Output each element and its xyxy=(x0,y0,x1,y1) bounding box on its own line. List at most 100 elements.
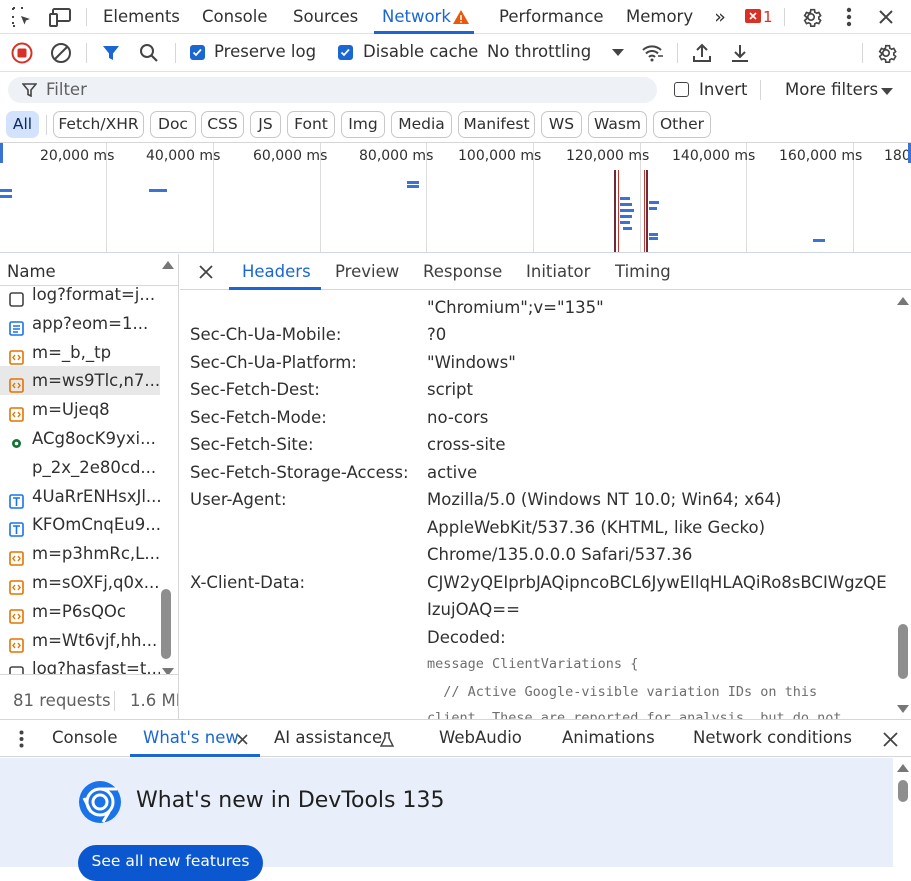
request-row[interactable]: KFOmCnqEu9... xyxy=(0,510,160,539)
close-whats-new-icon[interactable] xyxy=(234,731,250,747)
drawer-tab-webaudio[interactable]: WebAudio xyxy=(439,728,522,747)
header-name: Sec-Fetch-Storage-Access: xyxy=(190,463,409,482)
tab-elements[interactable]: Elements xyxy=(103,0,180,34)
tab-initiator[interactable]: Initiator xyxy=(526,262,590,281)
timeline-tick: 140,000 ms xyxy=(672,148,756,164)
more-filters-button[interactable]: More filters xyxy=(785,80,878,99)
timeline-tick: 80,000 ms xyxy=(359,148,434,164)
preserve-log-checkbox[interactable] xyxy=(190,45,205,60)
type-filter-font[interactable]: Font xyxy=(287,111,335,138)
more-filters-dropdown-icon[interactable] xyxy=(880,86,894,96)
request-row[interactable]: 4UaRrENHsxJl... xyxy=(0,482,160,511)
timeline-tick: 60,000 ms xyxy=(253,148,328,164)
preserve-log-label[interactable]: Preserve log xyxy=(214,42,316,61)
close-devtools-icon[interactable] xyxy=(874,5,898,29)
request-count: 81 requests xyxy=(13,691,111,710)
record-stop-icon[interactable] xyxy=(10,41,34,65)
close-drawer-icon[interactable] xyxy=(880,729,900,749)
filter-funnel-icon[interactable] xyxy=(100,42,122,64)
type-filter-img[interactable]: Img xyxy=(341,111,385,138)
type-filter-fetch-xhr[interactable]: Fetch/XHR xyxy=(53,111,144,138)
header-value: CJW2yQEIprbJAQipncoBCL6JywEIlqHLAQiRo8sB… xyxy=(427,573,887,592)
throttling-dropdown-icon[interactable] xyxy=(611,47,625,57)
import-har-upload-icon[interactable] xyxy=(690,41,714,65)
network-overview-timeline[interactable]: 20,000 ms 40,000 ms 60,000 ms 80,000 ms … xyxy=(0,142,911,253)
invert-checkbox[interactable] xyxy=(674,82,689,97)
tab-network[interactable]: Network xyxy=(382,0,451,34)
drawer-tab-ai-assistance[interactable]: AI assistance xyxy=(274,728,382,747)
header-value: "Windows" xyxy=(427,353,516,372)
name-column-header[interactable]: Name xyxy=(7,262,56,281)
type-filter-wasm[interactable]: Wasm xyxy=(588,111,647,138)
request-row[interactable]: ACg8ocK9yxi... xyxy=(0,424,160,453)
see-all-new-features-button[interactable]: See all new features xyxy=(78,845,263,881)
tab-console[interactable]: Console xyxy=(202,0,268,34)
tab-timing[interactable]: Timing xyxy=(615,262,671,281)
type-filter-media[interactable]: Media xyxy=(391,111,452,138)
overview-handle-left[interactable] xyxy=(0,143,6,163)
type-filter-all[interactable]: All xyxy=(6,111,39,138)
type-filter-css[interactable]: CSS xyxy=(201,111,244,138)
tab-response[interactable]: Response xyxy=(423,262,502,281)
request-row[interactable]: m=sOXFj,q0x... xyxy=(0,568,160,597)
request-row[interactable]: m=Ujeq8 xyxy=(0,395,160,424)
request-row[interactable]: p_2x_2e80cd... xyxy=(0,453,160,482)
invert-label[interactable]: Invert xyxy=(699,80,748,99)
request-row[interactable]: m=_b,_tp xyxy=(0,338,160,367)
drawer-tab-whats-new[interactable]: What's new xyxy=(143,728,239,747)
tab-performance[interactable]: Performance xyxy=(499,0,604,34)
drawer-tab-network-conditions[interactable]: Network conditions xyxy=(693,728,852,747)
request-name: KFOmCnqEu9... xyxy=(32,515,160,535)
type-filter-ws[interactable]: WS xyxy=(541,111,582,138)
inspect-element-icon[interactable] xyxy=(10,6,34,28)
drawer-scroll-up-icon[interactable] xyxy=(896,762,910,774)
type-filter-other[interactable]: Other xyxy=(653,111,711,138)
filter-placeholder[interactable]: Filter xyxy=(46,80,87,99)
script-icon xyxy=(9,373,24,394)
request-list-scrollbar-thumb[interactable] xyxy=(161,589,171,659)
device-toolbar-icon[interactable] xyxy=(49,6,73,28)
type-filter-doc[interactable]: Doc xyxy=(150,111,196,138)
drawer-tab-animations[interactable]: Animations xyxy=(562,728,655,747)
request-row[interactable]: app?eom=1... xyxy=(0,309,160,338)
network-settings-gear-icon[interactable] xyxy=(874,41,898,65)
overview-handle-right[interactable] xyxy=(904,143,911,163)
disable-cache-label[interactable]: Disable cache xyxy=(363,42,478,61)
request-mark xyxy=(623,227,632,230)
request-name: ACg8ocK9yxi... xyxy=(32,429,156,448)
request-row[interactable]: m=P6sQOc xyxy=(0,597,160,626)
detail-scrollbar-thumb[interactable] xyxy=(898,624,908,679)
network-conditions-wifi-icon[interactable] xyxy=(640,42,664,64)
detail-scroll-down-icon[interactable] xyxy=(896,703,910,715)
drawer-menu-kebab-icon[interactable] xyxy=(14,729,28,749)
filter-input-box[interactable] xyxy=(8,77,657,103)
export-har-download-icon[interactable] xyxy=(728,41,752,65)
transfer-size: 1.6 MB xyxy=(130,691,178,710)
request-row[interactable]: m=Wt6vjf,hh... xyxy=(0,626,160,655)
tab-memory[interactable]: Memory xyxy=(626,0,693,34)
tab-preview[interactable]: Preview xyxy=(335,262,399,281)
kebab-menu-icon[interactable] xyxy=(837,5,861,29)
header-value: no-cors xyxy=(427,408,489,427)
header-value: Chrome/135.0.0.0 Safari/537.36 xyxy=(427,545,693,564)
tab-headers[interactable]: Headers xyxy=(242,262,311,281)
request-row[interactable]: m=p3hmRc,L... xyxy=(0,539,160,568)
detail-scroll-up-icon[interactable] xyxy=(896,295,910,307)
close-detail-icon[interactable] xyxy=(196,262,216,282)
clear-icon[interactable] xyxy=(49,41,73,65)
tab-sources[interactable]: Sources xyxy=(293,0,358,34)
drawer-tab-console[interactable]: Console xyxy=(52,728,118,747)
type-filter-js[interactable]: JS xyxy=(250,111,281,138)
error-count[interactable]: 1 xyxy=(763,0,773,34)
type-filter-manifest[interactable]: Manifest xyxy=(458,111,535,138)
search-icon[interactable] xyxy=(138,42,160,64)
whats-new-title: What's new in DevTools 135 xyxy=(136,788,445,813)
drawer-scrollbar-thumb[interactable] xyxy=(898,780,908,802)
scroll-up-arrow-icon[interactable] xyxy=(161,258,175,272)
throttling-select[interactable]: No throttling xyxy=(487,42,591,61)
error-icon[interactable] xyxy=(745,9,761,23)
request-row[interactable]: m=ws9Tlc,n7... xyxy=(0,366,160,396)
disable-cache-checkbox[interactable] xyxy=(338,45,353,60)
settings-gear-icon[interactable] xyxy=(799,5,823,29)
more-tabs-chevron-icon[interactable]: » xyxy=(708,6,732,28)
